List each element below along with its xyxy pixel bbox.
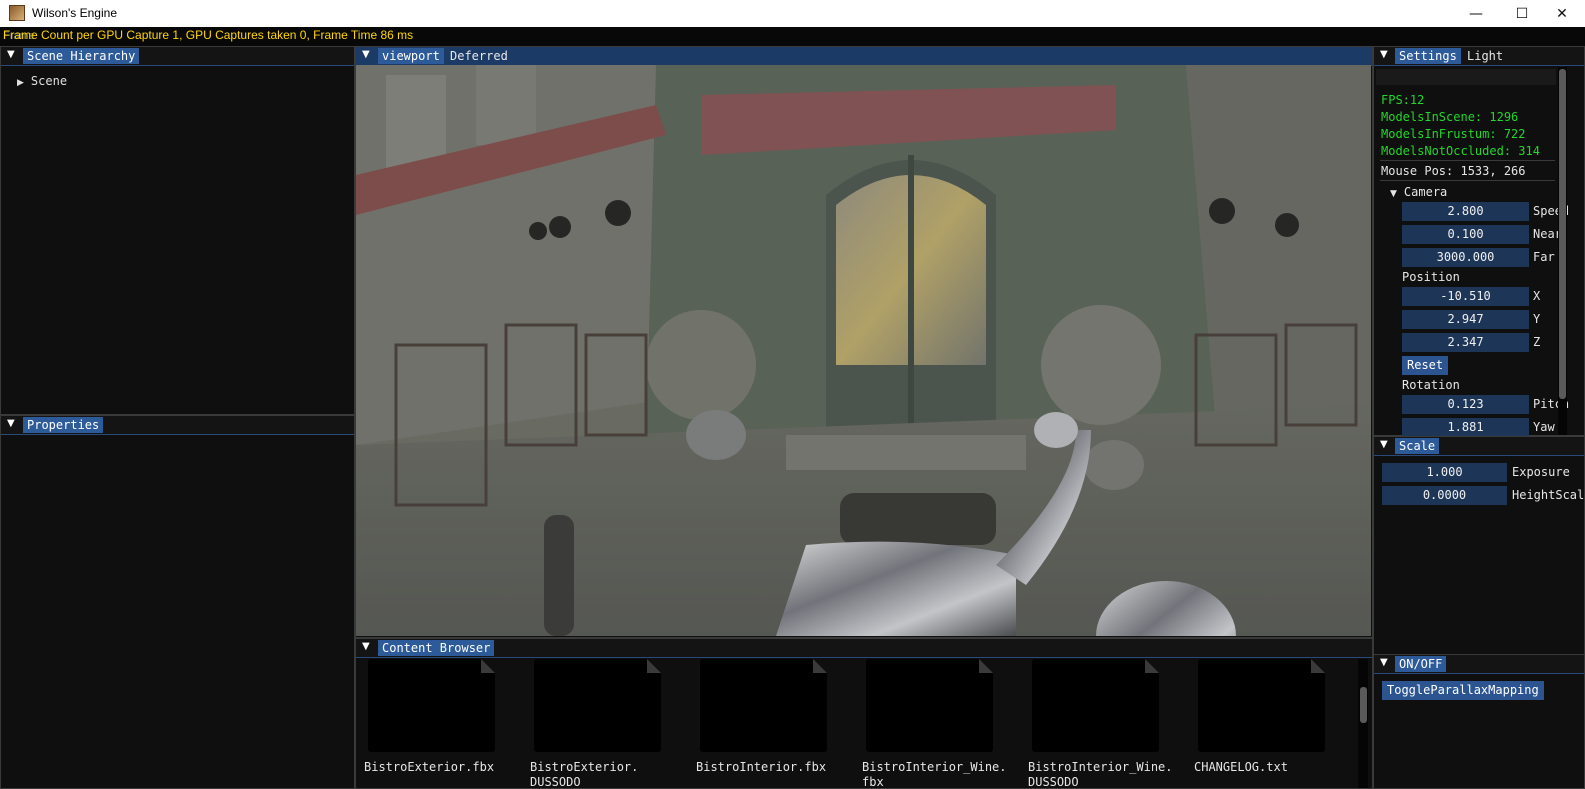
file-item[interactable]: CHANGELOG.txt: [1190, 657, 1350, 789]
collapse-icon[interactable]: ▼: [1380, 49, 1388, 60]
collapse-icon[interactable]: ▼: [7, 418, 15, 429]
frame-info-text: Frame Count per GPU Capture 1, GPU Captu…: [3, 28, 414, 42]
position-x-label: X: [1533, 289, 1541, 303]
fps-readout: FPS:12: [1381, 93, 1425, 107]
collapse-icon[interactable]: ▼: [7, 49, 15, 60]
models-in-scene: ModelsInScene: 1296: [1381, 110, 1519, 124]
height-scale-label: HeightScale: [1512, 488, 1585, 502]
viewport-render[interactable]: [356, 65, 1371, 636]
mouse-pos-readout: Mouse Pos: 1533, 266: [1381, 164, 1526, 178]
position-y-field[interactable]: 2.947: [1402, 310, 1529, 329]
onoff-header: ▼ ON/OFF: [1374, 655, 1584, 674]
collapse-icon[interactable]: ▼: [362, 641, 370, 652]
collapse-icon[interactable]: ▼: [1380, 657, 1388, 668]
tab-onoff[interactable]: ON/OFF: [1395, 656, 1447, 672]
file-name: BistroInterior.fbx: [696, 760, 827, 774]
content-browser-scrollbar[interactable]: [1358, 659, 1368, 788]
properties-panel: ▼ Properties: [0, 415, 355, 789]
scale-panel: ▼ Scale 1.000 Exposure 0.0000 HeightScal…: [1373, 436, 1585, 655]
position-label: Position: [1402, 270, 1460, 284]
caret-right-icon: ▶: [17, 78, 24, 88]
file-icon: [866, 659, 993, 752]
file-name: BistroExterior.fbx: [364, 760, 495, 774]
collapse-icon[interactable]: ▼: [362, 49, 370, 60]
tab-properties[interactable]: Properties: [23, 417, 104, 433]
scrollbar-thumb[interactable]: [1559, 69, 1566, 399]
camera-header-label: Camera: [1403, 185, 1448, 199]
content-browser-header: ▼ Content Browser: [356, 639, 1372, 658]
tab-viewport[interactable]: viewport: [378, 48, 444, 64]
window-title-bar[interactable]: Wilson's Engine — ☐ ✕: [0, 0, 1585, 27]
settings-header: ▼ Settings Light: [1374, 47, 1584, 66]
file-icon: [700, 659, 827, 752]
tab-light[interactable]: Light: [1463, 48, 1507, 64]
onoff-panel: ▼ ON/OFF ToggleParallaxMapping: [1373, 654, 1585, 789]
settings-scrollbar[interactable]: [1558, 67, 1567, 435]
file-icon: [368, 659, 495, 752]
window-title: Wilson's Engine: [32, 6, 117, 20]
tab-content-browser[interactable]: Content Browser: [378, 640, 495, 656]
separator: [1380, 160, 1555, 161]
rotation-yaw-field[interactable]: 1.881: [1402, 418, 1529, 437]
position-z-field[interactable]: 2.347: [1402, 333, 1529, 352]
tab-deferred[interactable]: Deferred: [446, 48, 512, 64]
file-name: CHANGELOG.txt: [1194, 760, 1288, 774]
file-name: BistroExterior.: [530, 760, 639, 774]
tree-node-scene[interactable]: ▶ Scene: [17, 74, 67, 88]
rotation-yaw-label: Yaw: [1533, 420, 1555, 434]
separator: [1380, 180, 1555, 181]
camera-near-field[interactable]: 0.100: [1402, 225, 1529, 244]
tree-node-label: Scene: [30, 74, 68, 88]
height-scale-field[interactable]: 0.0000: [1382, 486, 1507, 505]
file-name-line2: DUSSODO: [530, 775, 581, 789]
file-item[interactable]: BistroExterior. DUSSODO: [526, 657, 686, 789]
models-not-occluded: ModelsNotOccluded: 314: [1381, 144, 1540, 158]
scale-header: ▼ Scale: [1374, 437, 1584, 456]
app-icon: [9, 5, 25, 21]
file-icon: [534, 659, 661, 752]
scene-render-image: [356, 65, 1371, 636]
position-y-label: Y: [1533, 312, 1541, 326]
settings-panel: ▼ Settings Light FPS:12 ModelsInScene: 1…: [1373, 46, 1585, 437]
close-button[interactable]: ✕: [1539, 0, 1585, 27]
camera-far-field[interactable]: 3000.000: [1402, 248, 1529, 267]
position-x-field[interactable]: -10.510: [1402, 287, 1529, 306]
file-icon: [1032, 659, 1159, 752]
rotation-label: Rotation: [1402, 378, 1460, 392]
reset-button[interactable]: Reset: [1402, 356, 1449, 375]
caret-down-icon: ▼: [1390, 189, 1397, 199]
file-item[interactable]: BistroInterior_Wine. DUSSODO: [1024, 657, 1184, 789]
settings-toolbar: [1376, 69, 1556, 85]
file-name: BistroInterior_Wine.: [1028, 760, 1173, 774]
camera-tree-node[interactable]: ▼ Camera: [1390, 185, 1447, 199]
exposure-field[interactable]: 1.000: [1382, 463, 1507, 482]
collapse-icon[interactable]: ▼: [1380, 439, 1388, 450]
camera-speed-field[interactable]: 2.800: [1402, 202, 1529, 221]
rotation-pitch-field[interactable]: 0.123: [1402, 395, 1529, 414]
position-z-label: Z: [1533, 335, 1541, 349]
camera-far-label: Far: [1533, 250, 1555, 264]
properties-header: ▼ Properties: [1, 416, 354, 435]
tab-scale[interactable]: Scale: [1395, 438, 1440, 454]
file-item[interactable]: BistroInterior_Wine. fbx: [858, 657, 1018, 789]
tab-scene-hierarchy[interactable]: Scene Hierarchy: [23, 48, 140, 64]
tab-settings[interactable]: Settings: [1395, 48, 1461, 64]
minimize-button[interactable]: —: [1453, 0, 1499, 27]
exposure-label: Exposure: [1512, 465, 1570, 479]
viewport-header: ▼ viewport Deferred: [356, 47, 1372, 66]
scene-hierarchy-header: ▼ Scene Hierarchy: [1, 47, 354, 66]
file-icon: [1198, 659, 1325, 752]
toggle-parallax-mapping-button[interactable]: ToggleParallaxMapping: [1382, 681, 1544, 700]
file-item[interactable]: BistroInterior.fbx: [692, 657, 852, 789]
file-name-line2: DUSSODO: [1028, 775, 1079, 789]
file-name: BistroInterior_Wine.: [862, 760, 1007, 774]
models-in-frustum: ModelsInFrustum: 722: [1381, 127, 1526, 141]
scene-hierarchy-panel: ▼ Scene Hierarchy ▶ Scene: [0, 46, 355, 415]
file-item[interactable]: BistroExterior.fbx: [360, 657, 520, 789]
file-name-line2: fbx: [862, 775, 884, 789]
scrollbar-thumb[interactable]: [1360, 687, 1367, 723]
